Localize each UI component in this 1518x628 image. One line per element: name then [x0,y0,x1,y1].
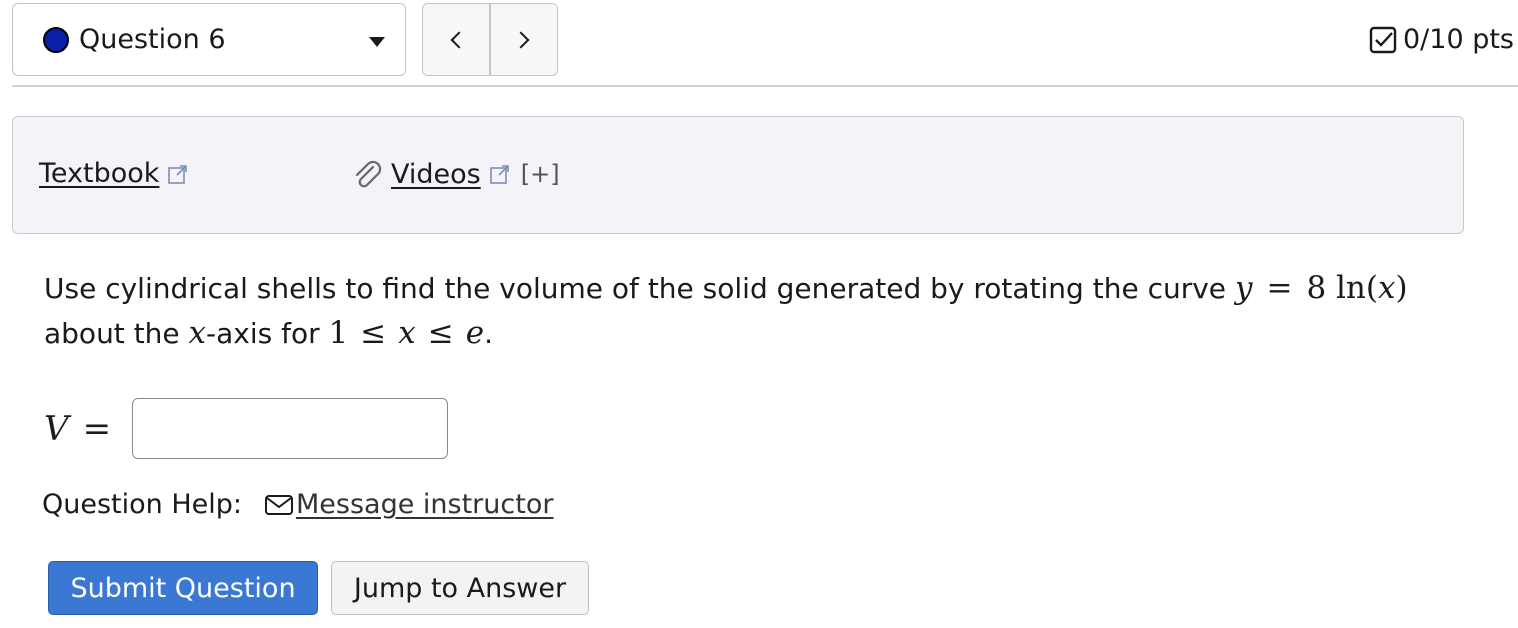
answer-input[interactable] [132,398,448,459]
external-link-icon [489,165,509,184]
expand-videos-toggle[interactable]: [+] [521,160,560,188]
question-status-dot [43,26,69,53]
curve-equation: y = 8 ln(x) [1235,270,1408,306]
math-close-paren: ) [1395,270,1408,306]
math-axis-var: x [188,315,207,351]
math-bound-high: e [465,315,485,351]
next-question-button[interactable] [489,4,557,75]
math-equals: = [1266,270,1293,306]
math-var-x: x [1378,270,1396,306]
envelope-icon [265,494,293,515]
question-text-end: . [484,317,493,350]
bounds-inequality: 1 ≤ x ≤ e [329,315,485,351]
textbook-link-label: Textbook [39,158,160,189]
points-display: 0/10 pts [1369,24,1514,55]
math-var-y: y [1234,270,1253,306]
chevron-left-icon [450,31,468,48]
resources-panel: Textbook Videos [+] [12,116,1464,234]
math-le-1: ≤ [360,315,387,351]
question-text: Use cylindrical shells to find the volum… [44,266,1464,356]
question-help-label: Question Help: [42,489,242,520]
math-bound-low: 1 [328,315,349,351]
answer-label: V = [44,409,132,449]
chevron-right-icon [512,31,530,48]
question-text-part2: about the [44,317,189,350]
external-link-icon [168,164,188,184]
question-nav [422,3,558,76]
math-bound-var: x [398,315,416,351]
answer-equals: = [82,408,112,449]
videos-link[interactable]: Videos [+] [351,158,560,190]
question-text-part1: Use cylindrical shells to find the volum… [44,272,1235,305]
previous-question-button[interactable] [423,4,489,75]
submit-question-button[interactable]: Submit Question [48,561,318,615]
videos-link-label: Videos [391,158,481,190]
header-divider [12,85,1518,87]
question-selector-label: Question 6 [79,24,226,55]
message-instructor-link[interactable]: Message instructor [264,489,553,520]
question-selector[interactable]: Question 6 [12,3,406,76]
answer-var: V [44,408,69,449]
answer-row: V = [44,398,448,459]
paperclip-icon [355,160,382,188]
points-value: 0/10 pts [1402,24,1514,55]
message-instructor-label: Message instructor [296,489,554,520]
textbook-link[interactable]: Textbook [39,158,189,189]
question-help: Question Help: Message instructor [42,489,553,520]
question-text-part3: -axis for [206,317,329,350]
math-rhs: 8 ln( [1306,270,1378,306]
jump-to-answer-button[interactable]: Jump to Answer [331,561,589,615]
checkbox-checked-icon [1369,26,1397,53]
math-le-2: ≤ [427,315,454,351]
caret-down-icon [369,37,385,47]
